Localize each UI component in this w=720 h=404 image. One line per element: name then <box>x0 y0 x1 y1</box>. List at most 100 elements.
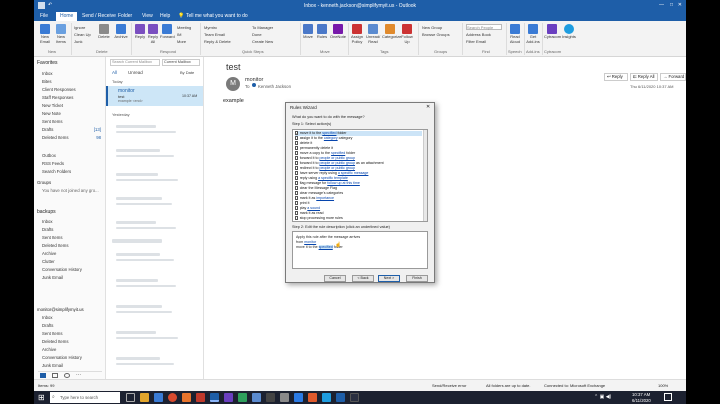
checkbox[interactable] <box>295 146 299 150</box>
action-item[interactable]: assign it to the category category <box>295 136 422 141</box>
desc-link-monitor[interactable]: monitor <box>304 240 316 244</box>
tab-help[interactable]: Help <box>160 13 170 19</box>
tab-file[interactable]: File <box>40 13 48 19</box>
checkbox[interactable] <box>295 211 299 215</box>
checkbox[interactable] <box>295 201 299 205</box>
folder-item[interactable]: New Ticket <box>42 103 63 108</box>
filter-email-button[interactable]: Filter Email <box>466 39 486 44</box>
folder-item[interactable]: Drafts <box>42 323 53 328</box>
reply-all-button[interactable]: Reply All <box>147 24 159 44</box>
action-item[interactable]: clear the Message Flag <box>295 186 422 191</box>
move-button[interactable]: Move <box>302 24 314 40</box>
tab-folder[interactable]: Folder <box>118 13 132 19</box>
action-item[interactable]: reply using a specific template <box>295 176 422 181</box>
checkbox[interactable] <box>295 166 299 170</box>
quickstep-to-manager[interactable]: To Manager <box>252 25 273 30</box>
folder-item[interactable]: Sent Items <box>42 331 63 336</box>
archive-button[interactable]: Archive <box>114 24 128 40</box>
send-receive-status[interactable]: Send/Receive error <box>432 383 466 388</box>
checkbox-checked[interactable]: ✓ <box>295 131 299 135</box>
more-button[interactable]: More <box>177 39 186 44</box>
folder-item[interactable]: Search Folders <box>42 169 71 174</box>
checkbox[interactable] <box>295 181 299 185</box>
search-people-input[interactable]: Search People <box>466 24 502 30</box>
action-item[interactable]: delete it <box>295 141 422 146</box>
app-icon[interactable] <box>224 393 233 402</box>
browse-groups-button[interactable]: Browse Groups <box>422 32 450 37</box>
app-icon[interactable] <box>308 393 317 402</box>
mail-icon[interactable] <box>40 373 46 378</box>
desc-link-specified[interactable]: specified <box>318 245 333 249</box>
action-item[interactable]: forward it to people or public group as … <box>295 161 422 166</box>
folder-item[interactable]: Inbox <box>42 219 53 224</box>
checkbox[interactable] <box>295 196 299 200</box>
checkbox[interactable] <box>295 176 299 180</box>
im-button[interactable]: IM <box>177 32 181 37</box>
app-icon[interactable] <box>252 393 261 402</box>
folder-item[interactable]: Staff Responses <box>42 95 73 100</box>
edge-icon[interactable] <box>154 393 163 402</box>
folder-item[interactable]: Deleted Items <box>42 339 69 344</box>
app-icon[interactable] <box>182 393 191 402</box>
tab-send-receive[interactable]: Send / Receive <box>82 13 116 19</box>
ignore-button[interactable]: Ignore <box>74 25 85 30</box>
folder-item[interactable]: Clutter <box>42 259 55 264</box>
folder-item[interactable]: Drafts <box>42 227 53 232</box>
folder-item[interactable]: Junk Email <box>42 363 63 368</box>
system-tray-icons[interactable]: ⌃ ▣ ◀) <box>594 394 611 400</box>
app-icon[interactable] <box>266 393 275 402</box>
app-icon[interactable] <box>336 393 345 402</box>
search-mailbox-input[interactable]: Search Current Mailbox <box>110 59 160 66</box>
folder-item[interactable]: Deleted Items <box>42 135 69 140</box>
task-view-icon[interactable] <box>126 393 135 402</box>
app-icon[interactable] <box>322 393 331 402</box>
assign-policy-button[interactable]: Assign Policy <box>350 24 364 44</box>
folder-item[interactable]: Drafts <box>42 127 53 132</box>
new-items-button[interactable]: New Items <box>54 24 68 44</box>
folder-item[interactable]: Archive <box>42 347 56 352</box>
reply-action-button[interactable]: ↩ Reply <box>604 73 628 81</box>
action-item[interactable]: permanently delete it <box>295 146 422 151</box>
quickstep-reply-delete[interactable]: Reply & Delete <box>204 39 231 44</box>
chrome-icon[interactable] <box>168 393 177 402</box>
address-book-button[interactable]: Address Book <box>466 32 491 37</box>
checkbox[interactable] <box>295 156 299 160</box>
action-item[interactable]: move a copy to the specified folder <box>295 151 422 156</box>
folder-item[interactable]: Sent Items <box>42 235 63 240</box>
folder-item[interactable]: New Note <box>42 111 61 116</box>
taskbar-time[interactable]: 10:37 AM <box>632 392 650 397</box>
filter-unread[interactable]: Unread <box>128 70 143 75</box>
forward-action-button[interactable]: → Forward <box>660 73 686 81</box>
cancel-button[interactable]: Cancel <box>324 275 346 282</box>
forward-button[interactable]: Forward <box>160 24 175 40</box>
back-button[interactable]: < Back <box>352 275 374 282</box>
reply-button[interactable]: Reply <box>134 24 146 40</box>
account-header[interactable]: monitor@simplifymyit.us <box>37 307 84 312</box>
action-item[interactable]: flag message for follow up at this time <box>295 181 422 186</box>
junk-button[interactable]: Junk <box>74 39 82 44</box>
quickstep-done[interactable]: Done <box>252 32 262 37</box>
finish-button[interactable]: Finish <box>406 275 428 282</box>
folder-item[interactable]: Deleted Items <box>42 243 69 248</box>
rules-button[interactable]: Rules <box>316 24 328 40</box>
clean-up-button[interactable]: Clean Up <box>74 32 91 37</box>
windows-start-icon[interactable]: ⊞ <box>38 393 47 402</box>
favorites-header[interactable]: Favorites <box>37 60 58 66</box>
action-item[interactable]: clear message's categories <box>295 191 422 196</box>
action-item[interactable]: stop processing more rules <box>295 216 422 221</box>
notifications-icon[interactable] <box>664 393 672 401</box>
close-icon[interactable]: ✕ <box>678 2 682 8</box>
checkbox[interactable] <box>295 191 299 195</box>
action-item[interactable]: forward it to people or public group <box>295 156 422 161</box>
reply-all-action-button[interactable]: ⇇ Reply All <box>630 73 658 81</box>
categorize-button[interactable]: Categorize <box>382 24 401 40</box>
backups-header[interactable]: backups <box>37 209 56 215</box>
action-item[interactable]: have server reply using a specific messa… <box>295 171 422 176</box>
follow-up-button[interactable]: Follow Up <box>400 24 414 44</box>
checkbox[interactable] <box>295 216 299 220</box>
folder-item[interactable]: Outbox <box>42 153 56 158</box>
read-aloud-button[interactable]: Read Aloud <box>508 24 522 44</box>
insights-button[interactable]: Insights <box>562 24 576 40</box>
action-item[interactable]: redirect it to people or public group <box>295 166 422 171</box>
taskbar-date[interactable]: 6/11/2020 <box>632 398 651 403</box>
